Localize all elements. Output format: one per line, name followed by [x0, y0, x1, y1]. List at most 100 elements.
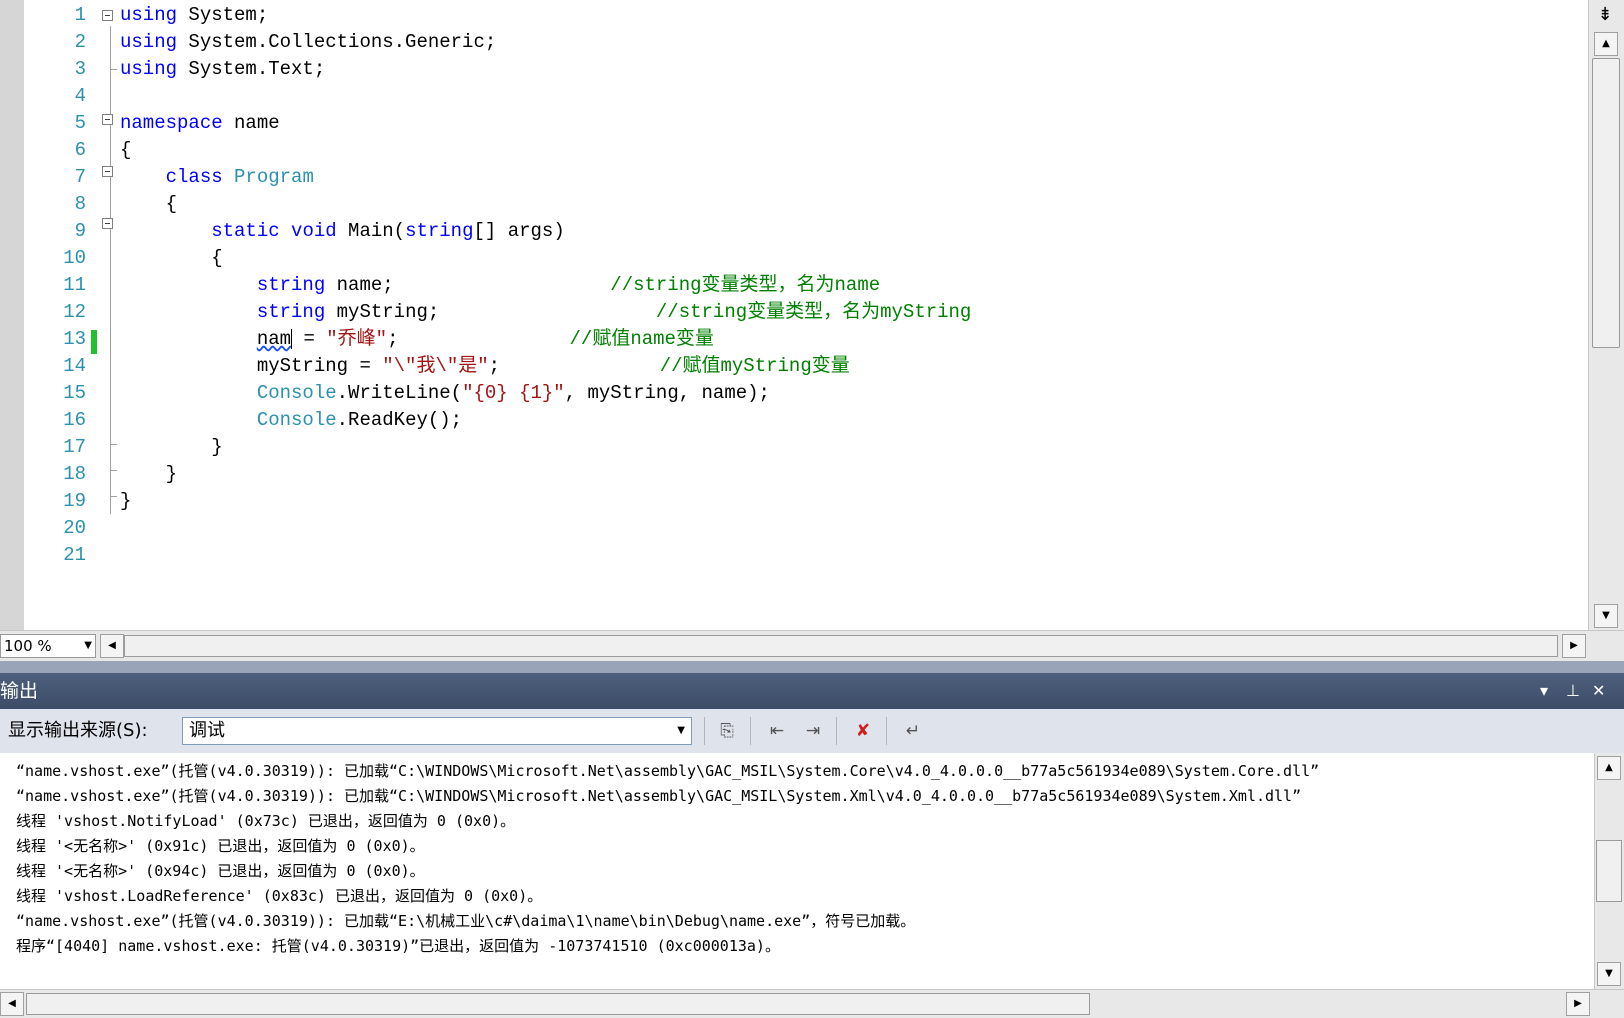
code-token: "\"我\"是": [382, 355, 489, 377]
code-line[interactable]: myString = "\"我\"是"; //赋值myString变量: [120, 353, 850, 380]
output-horizontal-scroll-thumb[interactable]: [26, 993, 1090, 1015]
code-token: name;: [325, 274, 611, 296]
scroll-down-icon[interactable]: ▼: [1594, 604, 1618, 628]
code-line[interactable]: string name; //string变量类型，名为name: [120, 272, 880, 299]
code-token: [] args): [473, 220, 565, 242]
code-line[interactable]: namespace name: [120, 110, 280, 137]
code-line[interactable]: }: [120, 488, 131, 515]
output-line: “name.vshost.exe”(托管(v4.0.30319)): 已加载“E…: [16, 912, 916, 930]
code-token: Program: [234, 166, 314, 188]
code-line[interactable]: using System.Text;: [120, 56, 325, 83]
output-vertical-scroll-thumb[interactable]: [1596, 840, 1622, 902]
editor-vertical-scroll-thumb[interactable]: [1592, 58, 1620, 348]
code-token: using: [120, 58, 178, 80]
code-line[interactable]: {: [120, 245, 222, 272]
collapse-namespace-icon[interactable]: [102, 114, 113, 125]
code-token: =: [292, 328, 327, 350]
line-number: 2: [74, 31, 86, 53]
line-number: 17: [63, 436, 86, 458]
scroll-left-icon[interactable]: ◀: [0, 992, 24, 1016]
output-line: “name.vshost.exe”(托管(v4.0.30319)): 已加载“C…: [16, 762, 1320, 780]
code-token: Main(: [336, 220, 406, 242]
collapse-class-icon[interactable]: [102, 166, 113, 177]
zoom-dropdown[interactable]: 100 % ▼: [0, 634, 96, 658]
code-token: .WriteLine(: [336, 382, 463, 404]
toolbar-separator: [704, 717, 705, 745]
code-token: ;: [387, 328, 570, 350]
code-token: ;: [488, 355, 660, 377]
code-line[interactable]: static void Main(string[] args): [120, 218, 565, 245]
code-token: {: [120, 139, 132, 161]
code-line[interactable]: {: [120, 137, 131, 164]
close-icon[interactable]: ✕: [1592, 673, 1605, 709]
code-line[interactable]: nam = "乔峰"; //赋值name变量: [120, 326, 714, 353]
outlining-guide: [110, 26, 111, 514]
code-token: System.Text;: [177, 58, 326, 80]
scroll-right-icon[interactable]: ▶: [1566, 992, 1590, 1016]
code-token: //string变量类型，名为name: [610, 274, 881, 296]
split-window-icon[interactable]: ⇟: [1590, 2, 1620, 28]
code-token: "乔峰": [326, 328, 388, 350]
output-horizontal-scrollbar[interactable]: ◀ ▶: [0, 989, 1624, 1018]
scroll-left-icon[interactable]: ◀: [100, 634, 124, 658]
outline-end-marker: [110, 444, 117, 445]
line-number: 15: [63, 382, 86, 404]
outline-end-marker: [110, 496, 117, 497]
code-token: nam: [256, 328, 292, 350]
toggle-word-wrap-icon[interactable]: ↵: [900, 719, 926, 743]
editor-horizontal-scroll-thumb[interactable]: [124, 635, 1558, 657]
output-text-area[interactable]: “name.vshost.exe”(托管(v4.0.30319)): 已加载“C…: [0, 753, 1624, 989]
code-token: System;: [177, 4, 269, 26]
output-line: 线程 '<无名称>' (0x91c) 已退出，返回值为 0 (0x0)。: [16, 837, 425, 855]
scroll-down-icon[interactable]: ▼: [1597, 962, 1621, 986]
code-line[interactable]: class Program: [120, 164, 314, 191]
code-token: "{0} {1}": [462, 382, 565, 404]
code-editor[interactable]: 1 2 3 4 5 6 7 8 9 10 11 12 13 14 15 16 17 18 19 20 21 using …: [0, 0, 1624, 661]
code-token: class: [165, 166, 223, 188]
code-token: namespace: [120, 112, 223, 134]
collapse-using-icon[interactable]: [102, 10, 113, 21]
find-message-in-code-icon[interactable]: ⎘: [714, 719, 740, 743]
output-line: 线程 '<无名称>' (0x94c) 已退出，返回值为 0 (0x0)。: [16, 862, 425, 880]
scroll-up-icon[interactable]: ▲: [1597, 756, 1621, 780]
scroll-up-icon[interactable]: ▲: [1594, 32, 1618, 56]
output-source-dropdown[interactable]: 调试 ▼: [182, 717, 692, 745]
line-number: 9: [74, 220, 86, 242]
toolbar-separator: [886, 717, 887, 745]
collapse-method-icon[interactable]: [102, 218, 113, 229]
dropdown-arrow-icon: ▼: [677, 725, 685, 736]
code-line[interactable]: {: [120, 191, 177, 218]
previous-message-icon[interactable]: ⇤: [764, 719, 790, 743]
output-lines: “name.vshost.exe”(托管(v4.0.30319)): 已加载“C…: [16, 759, 1319, 959]
line-number: 16: [63, 409, 86, 431]
clear-all-icon[interactable]: ✘: [850, 719, 876, 743]
code-line[interactable]: }: [120, 461, 177, 488]
pin-icon[interactable]: ⊥: [1566, 673, 1580, 709]
code-token: string: [256, 274, 326, 296]
output-source-label: 显示输出来源(S):: [8, 720, 148, 741]
code-line[interactable]: using System.Collections.Generic;: [120, 29, 496, 56]
output-line: 线程 'vshost.NotifyLoad' (0x73c) 已退出，返回值为 …: [16, 812, 516, 830]
code-token: static: [211, 220, 280, 242]
toolbar-separator: [836, 717, 837, 745]
code-line[interactable]: }: [120, 434, 222, 461]
code-line[interactable]: Console.ReadKey();: [120, 407, 462, 434]
code-token: string: [405, 220, 474, 242]
code-line[interactable]: using System;: [120, 2, 268, 29]
next-message-icon[interactable]: ⇥: [800, 719, 826, 743]
code-line[interactable]: string myString; //string变量类型，名为myString: [120, 299, 972, 326]
code-line[interactable]: Console.WriteLine("{0} {1}", myString, n…: [120, 380, 770, 407]
scroll-right-icon[interactable]: ▶: [1562, 634, 1586, 658]
editor-status-row: 100 % ▼ ◀ ▶: [0, 630, 1624, 661]
code-token: //赋值myString变量: [659, 355, 850, 377]
window-position-icon[interactable]: ▾: [1540, 673, 1548, 709]
output-source-value: 调试: [189, 720, 225, 741]
line-number: 13: [63, 328, 86, 350]
code-token: }: [120, 463, 178, 485]
